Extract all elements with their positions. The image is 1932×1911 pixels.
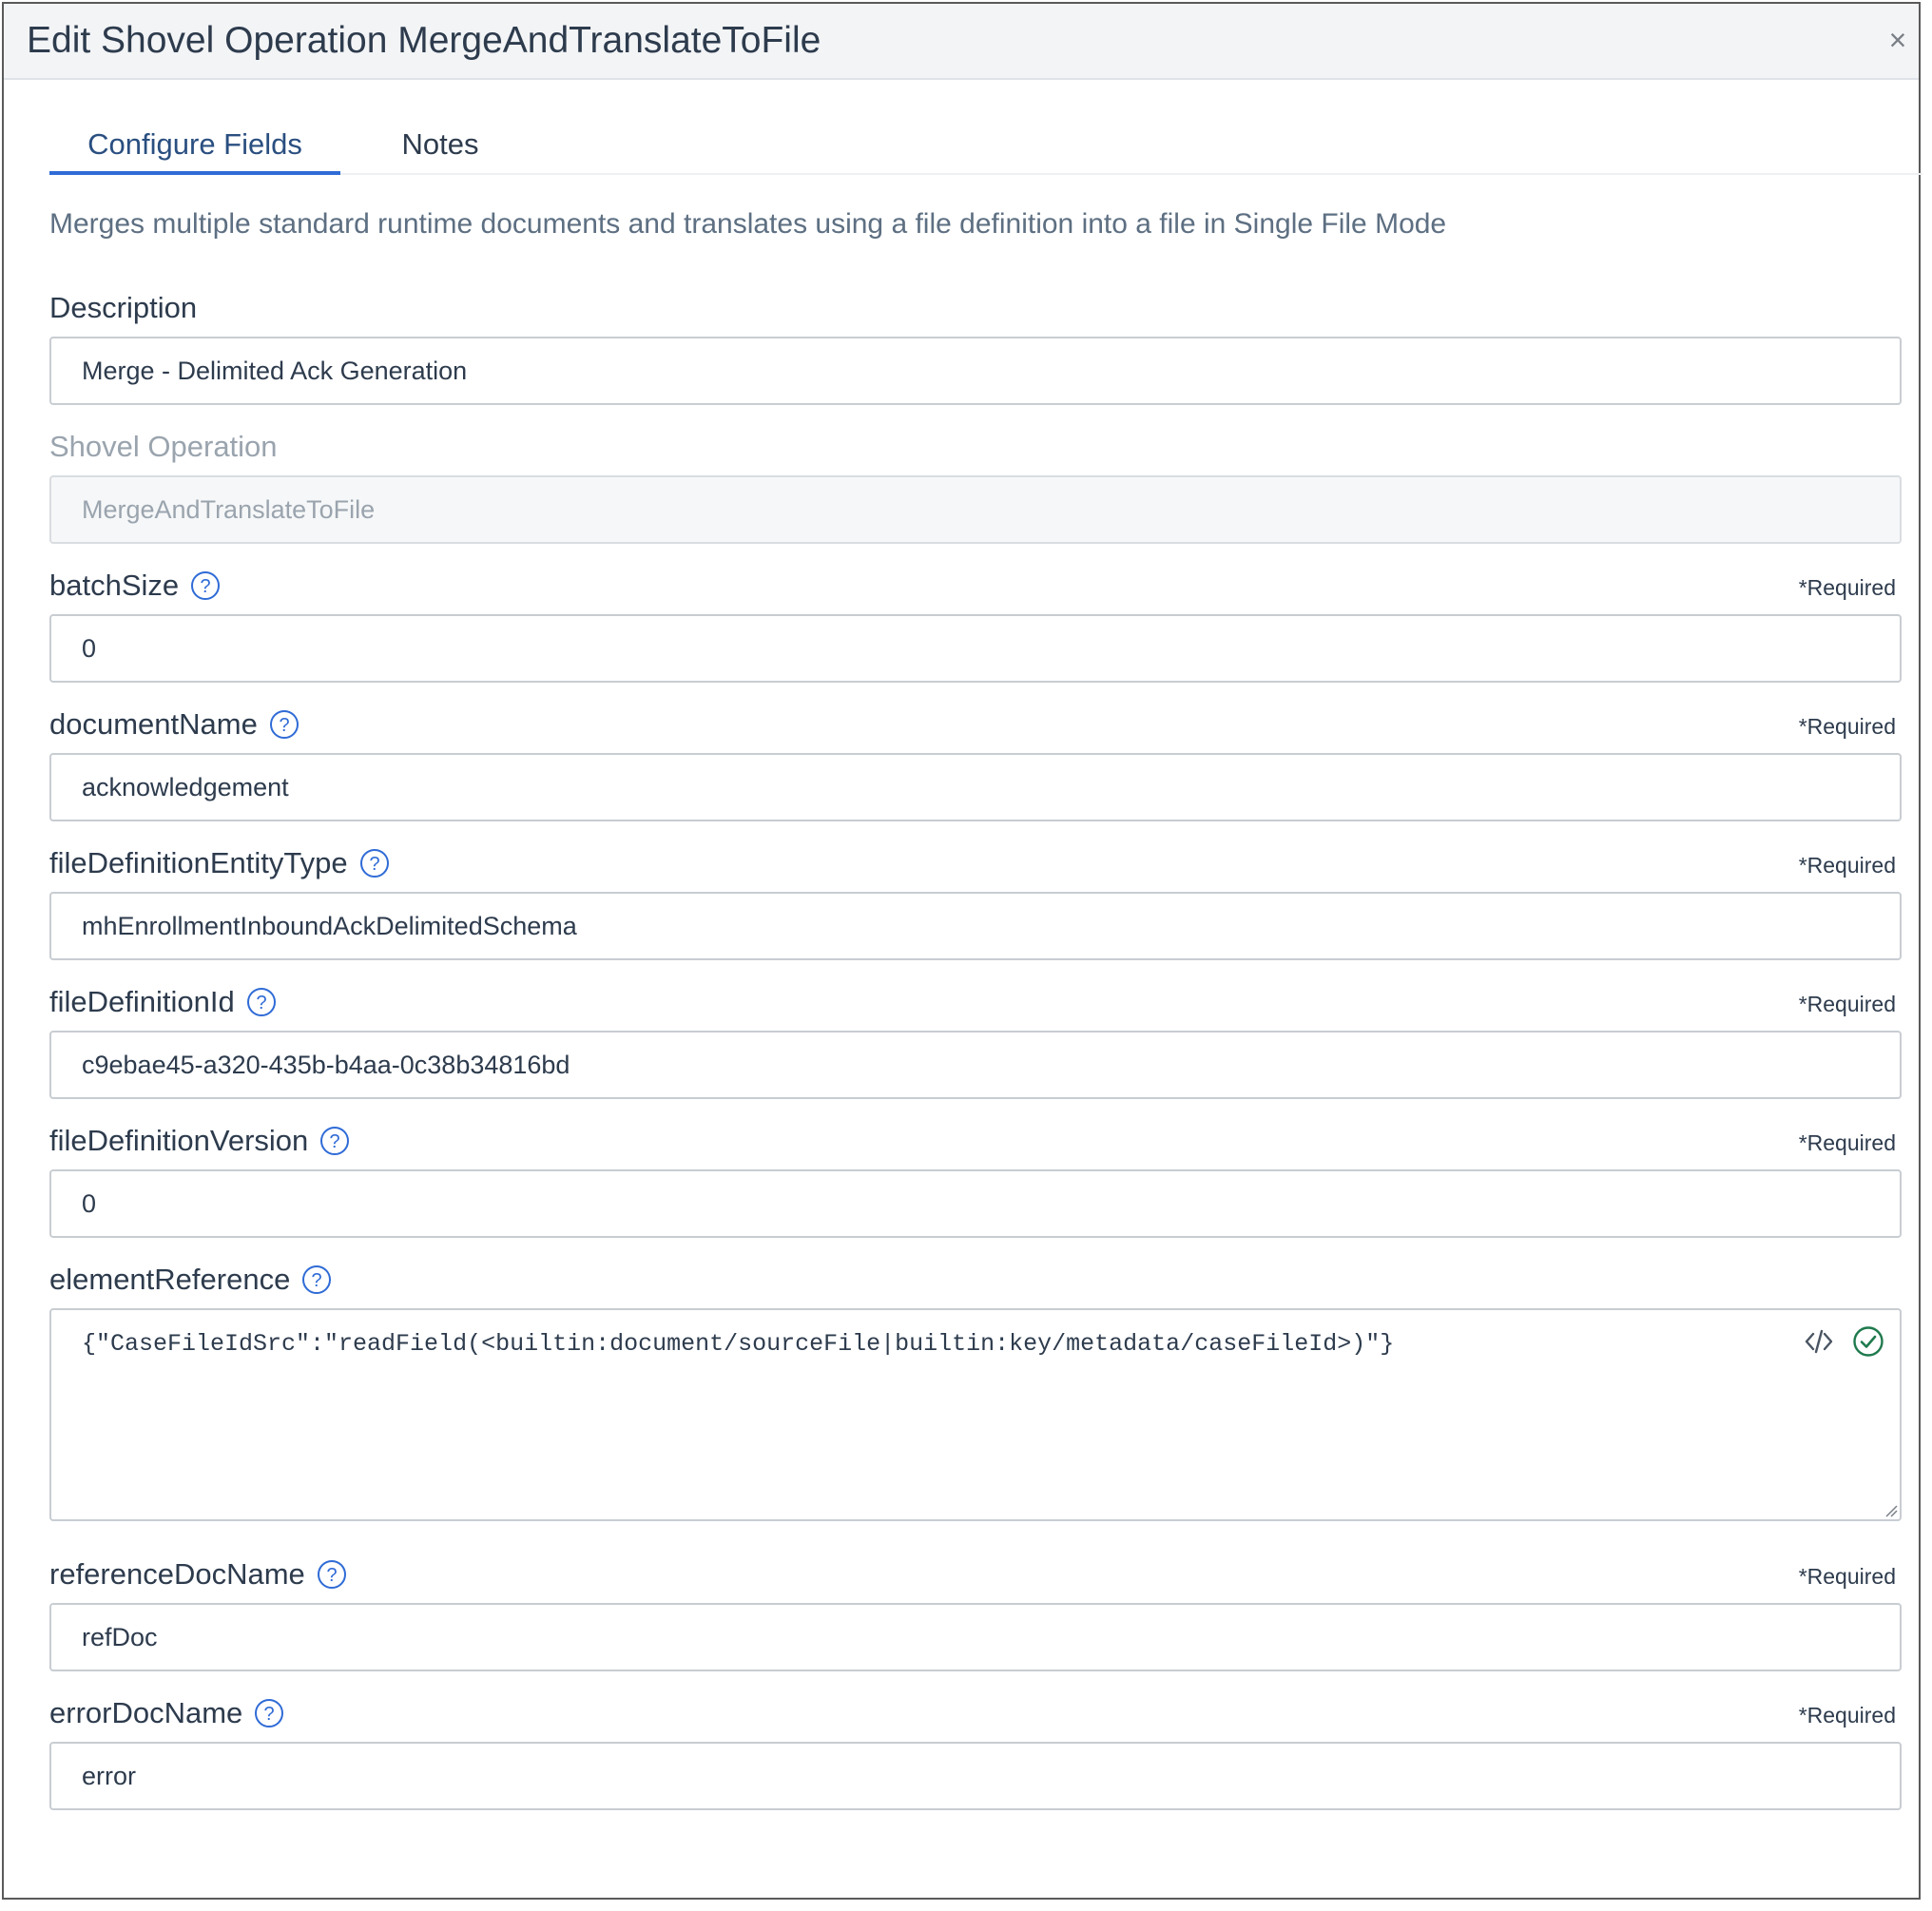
- file-definition-entity-type-field[interactable]: mhEnrollmentInboundAckDelimitedSchema: [49, 892, 1902, 960]
- tab-notes[interactable]: Notes: [378, 122, 502, 175]
- file-definition-id-field[interactable]: c9ebae45-a320-435b-b4aa-0c38b34816bd: [49, 1031, 1902, 1099]
- operation-help-text: Merges multiple standard runtime documen…: [49, 208, 1447, 240]
- reference-doc-name-required: *Required: [1798, 1564, 1896, 1589]
- edit-shovel-operation-dialog: Edit Shovel Operation MergeAndTranslateT…: [2, 2, 1922, 1900]
- svg-text:?: ?: [264, 1704, 275, 1725]
- error-doc-name-field[interactable]: error: [49, 1742, 1902, 1810]
- batch-size-label: batchSize ?: [49, 567, 221, 605]
- file-definition-id-label: fileDefinitionId ?: [49, 983, 277, 1021]
- svg-text:?: ?: [326, 1565, 337, 1586]
- error-doc-name-required: *Required: [1798, 1703, 1896, 1728]
- description-label-text: Description: [49, 291, 198, 324]
- file-definition-entity-type-required: *Required: [1798, 853, 1896, 878]
- error-doc-name-label: errorDocName ?: [49, 1694, 284, 1732]
- batch-size-label-text: batchSize: [49, 569, 180, 602]
- file-definition-version-field[interactable]: 0: [49, 1169, 1902, 1238]
- svg-text:?: ?: [312, 1270, 322, 1291]
- element-reference-label: elementReference ?: [49, 1261, 332, 1299]
- file-definition-entity-type-help-icon[interactable]: ?: [359, 848, 390, 878]
- shovel-operation-label: Shovel Operation: [49, 428, 278, 466]
- file-definition-version-label-text: fileDefinitionVersion: [49, 1124, 309, 1157]
- document-name-required: *Required: [1798, 714, 1896, 739]
- document-name-label: documentName ?: [49, 705, 299, 743]
- error-doc-name-help-icon[interactable]: ?: [254, 1698, 284, 1728]
- close-icon[interactable]: ×: [1884, 25, 1911, 55]
- file-definition-id-help-icon[interactable]: ?: [246, 987, 277, 1017]
- description-field[interactable]: Merge - Delimited Ack Generation: [49, 337, 1902, 405]
- batch-size-help-icon[interactable]: ?: [190, 570, 221, 601]
- element-reference-label-text: elementReference: [49, 1263, 291, 1296]
- document-name-help-icon[interactable]: ?: [269, 709, 299, 740]
- reference-doc-name-field[interactable]: refDoc: [49, 1603, 1902, 1671]
- reference-doc-name-label: referenceDocName ?: [49, 1555, 347, 1593]
- svg-text:?: ?: [279, 715, 289, 736]
- element-reference-help-icon[interactable]: ?: [301, 1264, 332, 1295]
- element-reference-code[interactable]: {"CaseFileIdSrc":"readField(<builtin:doc…: [82, 1330, 1394, 1358]
- resize-handle-icon[interactable]: [1883, 1502, 1898, 1517]
- description-label: Description: [49, 289, 197, 327]
- dialog-title: Edit Shovel Operation MergeAndTranslateT…: [27, 20, 821, 61]
- tab-bar: Configure Fields Notes: [49, 122, 1922, 175]
- reference-doc-name-help-icon[interactable]: ?: [317, 1559, 347, 1590]
- tab-configure-fields[interactable]: Configure Fields: [49, 122, 340, 175]
- svg-text:?: ?: [201, 576, 211, 597]
- svg-text:?: ?: [330, 1131, 340, 1152]
- file-definition-version-label: fileDefinitionVersion ?: [49, 1122, 350, 1160]
- code-icon[interactable]: [1803, 1325, 1835, 1358]
- file-definition-version-help-icon[interactable]: ?: [319, 1126, 350, 1156]
- svg-text:?: ?: [256, 993, 266, 1013]
- file-definition-entity-type-label-text: fileDefinitionEntityType: [49, 846, 348, 879]
- svg-text:?: ?: [369, 854, 379, 875]
- element-reference-editor[interactable]: {"CaseFileIdSrc":"readField(<builtin:doc…: [49, 1308, 1902, 1521]
- editor-toolbar: [1803, 1325, 1884, 1358]
- check-circle-icon: [1853, 1326, 1884, 1357]
- document-name-field[interactable]: acknowledgement: [49, 753, 1902, 821]
- dialog-header: Edit Shovel Operation MergeAndTranslateT…: [4, 4, 1919, 80]
- reference-doc-name-label-text: referenceDocName: [49, 1557, 305, 1591]
- batch-size-required: *Required: [1798, 575, 1896, 600]
- document-name-label-text: documentName: [49, 707, 258, 741]
- file-definition-id-label-text: fileDefinitionId: [49, 985, 235, 1018]
- file-definition-id-required: *Required: [1798, 992, 1896, 1016]
- shovel-operation-label-text: Shovel Operation: [49, 430, 278, 463]
- shovel-operation-field: MergeAndTranslateToFile: [49, 475, 1902, 544]
- file-definition-entity-type-label: fileDefinitionEntityType ?: [49, 844, 390, 882]
- batch-size-field[interactable]: 0: [49, 614, 1902, 683]
- file-definition-version-required: *Required: [1798, 1130, 1896, 1155]
- error-doc-name-label-text: errorDocName: [49, 1696, 243, 1729]
